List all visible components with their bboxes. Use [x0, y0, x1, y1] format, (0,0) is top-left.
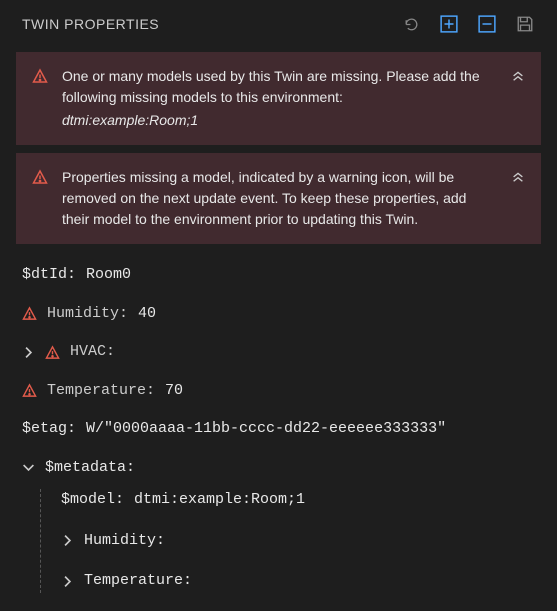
property-etag: $etag: W/"0000aaaa-11bb-cccc-dd22-eeeeee… — [22, 418, 535, 441]
banner-message: Properties missing a model, indicated by… — [62, 169, 466, 227]
property-hvac[interactable]: HVAC: — [22, 341, 535, 364]
header: TWIN PROPERTIES — [0, 0, 557, 44]
property-metadata-temperature[interactable]: Temperature: — [61, 570, 535, 593]
property-model: $model: dtmi:example:Room;1 — [61, 489, 535, 512]
property-value: 70 — [165, 380, 183, 403]
property-key: $metadata: — [45, 457, 135, 480]
expand-all-button[interactable] — [439, 14, 459, 34]
undo-icon — [403, 16, 420, 33]
banner-text: One or many models used by this Twin are… — [62, 66, 497, 131]
property-key: $etag: — [22, 418, 76, 441]
double-chevron-up-icon — [511, 68, 525, 82]
banner-message: One or many models used by this Twin are… — [62, 68, 480, 105]
page-title: TWIN PROPERTIES — [22, 16, 159, 32]
banner-model-id: dtmi:example:Room;1 — [62, 110, 497, 131]
save-icon — [516, 15, 534, 33]
property-temperature: Temperature: 70 — [22, 380, 535, 403]
chevron-down-icon — [22, 461, 35, 474]
banner-text: Properties missing a model, indicated by… — [62, 167, 497, 230]
collapse-banner-button[interactable] — [511, 169, 525, 183]
property-value: 40 — [138, 303, 156, 326]
property-key: Temperature: — [47, 380, 155, 403]
property-value: Room0 — [86, 264, 131, 287]
property-key: $model: — [61, 489, 124, 512]
property-dtid: $dtId: Room0 — [22, 264, 535, 287]
properties-panel: $dtId: Room0 Humidity: 40 HVAC: — [0, 252, 557, 611]
save-button[interactable] — [515, 14, 535, 34]
warning-icon — [22, 306, 37, 321]
property-key: Humidity: — [84, 530, 165, 553]
warning-banner-missing-models: One or many models used by this Twin are… — [16, 52, 541, 145]
collapse-banner-button[interactable] — [511, 68, 525, 82]
plus-square-icon — [440, 15, 458, 33]
warning-icon — [32, 68, 48, 84]
chevron-right-icon — [61, 575, 74, 588]
property-key: Temperature: — [84, 570, 192, 593]
undo-button[interactable] — [401, 14, 421, 34]
collapse-all-button[interactable] — [477, 14, 497, 34]
chevron-right-icon — [22, 346, 35, 359]
chevron-right-icon — [61, 534, 74, 547]
warning-icon — [32, 169, 48, 185]
toolbar — [401, 14, 535, 34]
property-key: HVAC: — [70, 341, 115, 364]
property-humidity: Humidity: 40 — [22, 303, 535, 326]
property-metadata-humidity[interactable]: Humidity: — [61, 530, 535, 553]
property-metadata[interactable]: $metadata: — [22, 457, 535, 480]
property-value: dtmi:example:Room;1 — [134, 489, 305, 512]
metadata-children: $model: dtmi:example:Room;1 Humidity: Te… — [40, 489, 535, 593]
warning-banner-missing-properties: Properties missing a model, indicated by… — [16, 153, 541, 244]
minus-square-icon — [478, 15, 496, 33]
property-key: Humidity: — [47, 303, 128, 326]
property-value: W/"0000aaaa-11bb-cccc-dd22-eeeeee333333" — [86, 418, 446, 441]
warning-icon — [45, 345, 60, 360]
property-key: $dtId: — [22, 264, 76, 287]
warning-icon — [22, 383, 37, 398]
double-chevron-up-icon — [511, 169, 525, 183]
